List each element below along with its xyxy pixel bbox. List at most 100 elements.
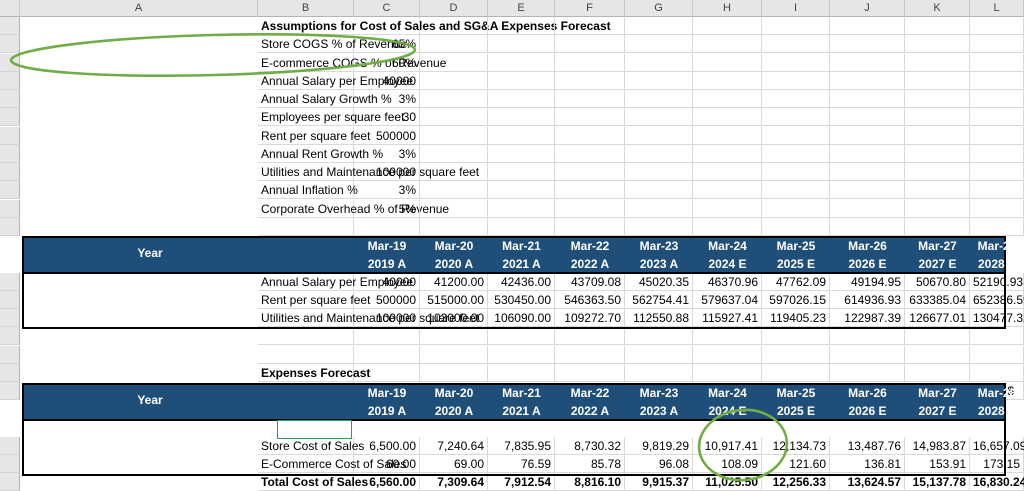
sheet-cell[interactable] <box>762 126 830 145</box>
sheet-cell[interactable] <box>830 71 905 90</box>
sheet-cell[interactable] <box>488 35 555 54</box>
sheet-cell[interactable] <box>970 144 1024 163</box>
sheet-cell[interactable] <box>693 144 762 163</box>
sheet-cell[interactable] <box>555 144 625 163</box>
sheet-cell[interactable] <box>488 345 555 364</box>
cost-row-value[interactable]: 515000.00 <box>420 290 488 309</box>
cost-row-value[interactable]: 562754.41 <box>625 290 693 309</box>
assumption-label[interactable]: Corporate Overhead % of Revenue <box>258 199 449 218</box>
column-header-f[interactable]: F <box>555 0 625 17</box>
cost-row-value[interactable]: 579637.04 <box>693 290 762 309</box>
sheet-cell[interactable] <box>354 217 420 236</box>
expense-row-value[interactable]: 136.81 <box>830 455 905 473</box>
row-header[interactable] <box>0 290 20 309</box>
total-row-value[interactable]: 13,624.57 <box>830 473 905 491</box>
sheet-cell[interactable] <box>693 126 762 145</box>
sheet-cell[interactable] <box>830 181 905 200</box>
assumption-value[interactable]: 3% <box>354 181 420 200</box>
expense-row-value[interactable]: 6,500.00 <box>354 436 420 455</box>
row-header[interactable] <box>0 217 20 236</box>
row-header[interactable] <box>0 363 20 382</box>
sheet-cell[interactable] <box>693 181 762 200</box>
sheet-cell[interactable] <box>555 71 625 90</box>
sheet-cell[interactable] <box>970 35 1024 54</box>
sheet-cell[interactable] <box>970 363 1024 382</box>
total-row-value[interactable]: 16,830.24 <box>970 473 1024 491</box>
expenses-title[interactable]: Expenses Forecast <box>258 363 370 382</box>
sheet-cell[interactable] <box>258 217 354 236</box>
expense-row-value[interactable]: 7,835.95 <box>488 436 555 455</box>
sheet-cell[interactable] <box>762 345 830 364</box>
cost-row-value[interactable]: 652386.59 <box>970 290 1024 309</box>
sheet-cell[interactable] <box>555 163 625 181</box>
sheet-cell[interactable] <box>970 327 1024 346</box>
sheet-cell[interactable] <box>762 144 830 163</box>
sheet-cell[interactable] <box>693 163 762 181</box>
total-row-label[interactable]: Total Cost of Sales <box>258 473 368 491</box>
row-header[interactable] <box>0 35 20 54</box>
assumption-label[interactable]: Annual Salary Growth % <box>258 90 392 108</box>
assumption-label[interactable]: Rent per square feet <box>258 126 370 145</box>
sheet-cell[interactable] <box>420 17 488 35</box>
column-header-g[interactable]: G <box>625 0 693 17</box>
sheet-cell[interactable] <box>420 108 488 127</box>
sheet-cell[interactable] <box>555 108 625 127</box>
sheet-cell[interactable] <box>488 327 555 346</box>
sheet-cell[interactable] <box>625 108 693 127</box>
column-header-i[interactable]: I <box>762 0 830 17</box>
assumption-label[interactable]: E-commerce COGS % of Revenue <box>258 53 446 72</box>
assumption-value[interactable]: 65% <box>354 35 420 54</box>
assumption-label[interactable]: Employees per square feet <box>258 108 404 127</box>
sheet-cell[interactable] <box>420 144 488 163</box>
sheet-cell[interactable] <box>555 53 625 72</box>
sheet-cell[interactable] <box>970 108 1024 127</box>
sheet-cell[interactable] <box>905 163 970 181</box>
row-header[interactable] <box>0 309 20 327</box>
sheet-cell[interactable] <box>693 345 762 364</box>
sheet-cell[interactable] <box>970 217 1024 236</box>
cost-row-value[interactable]: 49194.95 <box>830 272 905 291</box>
sheet-cell[interactable] <box>555 126 625 145</box>
cost-row-value[interactable]: 42436.00 <box>488 272 555 291</box>
expense-row-value[interactable]: 9,819.29 <box>625 436 693 455</box>
sheet-cell[interactable] <box>970 163 1024 181</box>
sheet-cell[interactable] <box>555 345 625 364</box>
sheet-cell[interactable] <box>420 90 488 108</box>
sheet-cell[interactable] <box>258 327 354 346</box>
row-header[interactable] <box>0 436 20 455</box>
sheet-cell[interactable] <box>905 327 970 346</box>
column-header-d[interactable]: D <box>420 0 488 17</box>
cost-row-value[interactable]: 40000 <box>354 272 420 291</box>
assumption-value[interactable]: 100000 <box>354 163 420 181</box>
sheet-cell[interactable] <box>905 90 970 108</box>
assumption-label[interactable]: Annual Rent Growth % <box>258 144 383 163</box>
expense-row-value[interactable]: 153.91 <box>905 455 970 473</box>
cost-row-value[interactable]: 119405.23 <box>762 309 830 327</box>
expense-row-label[interactable]: Store Cost of Sales <box>258 436 364 455</box>
sheet-cell[interactable] <box>555 17 625 35</box>
column-header-e[interactable]: E <box>488 0 555 17</box>
total-row-value[interactable]: 7,309.64 <box>420 473 488 491</box>
expense-row-value[interactable]: 8,730.32 <box>555 436 625 455</box>
row-header[interactable] <box>0 17 20 35</box>
sheet-cell[interactable] <box>762 199 830 218</box>
sheet-cell[interactable] <box>693 71 762 90</box>
cost-row-value[interactable]: 50670.80 <box>905 272 970 291</box>
cost-row-value[interactable]: 115927.41 <box>693 309 762 327</box>
total-row-value[interactable]: 7,912.54 <box>488 473 555 491</box>
sheet-cell[interactable] <box>905 17 970 35</box>
sheet-cell[interactable] <box>830 126 905 145</box>
expense-row-value[interactable]: 14,983.87 <box>905 436 970 455</box>
expense-row-value[interactable]: 76.59 <box>488 455 555 473</box>
column-header-c[interactable]: C <box>354 0 420 17</box>
row-header[interactable] <box>0 144 20 163</box>
sheet-cell[interactable] <box>488 181 555 200</box>
sheet-cell[interactable] <box>625 199 693 218</box>
assumption-value[interactable]: 3% <box>354 90 420 108</box>
sheet-cell[interactable] <box>970 126 1024 145</box>
sheet-cell[interactable] <box>625 144 693 163</box>
expense-row-value[interactable]: 108.09 <box>693 455 762 473</box>
sheet-cell[interactable] <box>420 217 488 236</box>
cost-row-value[interactable]: 530450.00 <box>488 290 555 309</box>
sheet-cell[interactable] <box>970 90 1024 108</box>
